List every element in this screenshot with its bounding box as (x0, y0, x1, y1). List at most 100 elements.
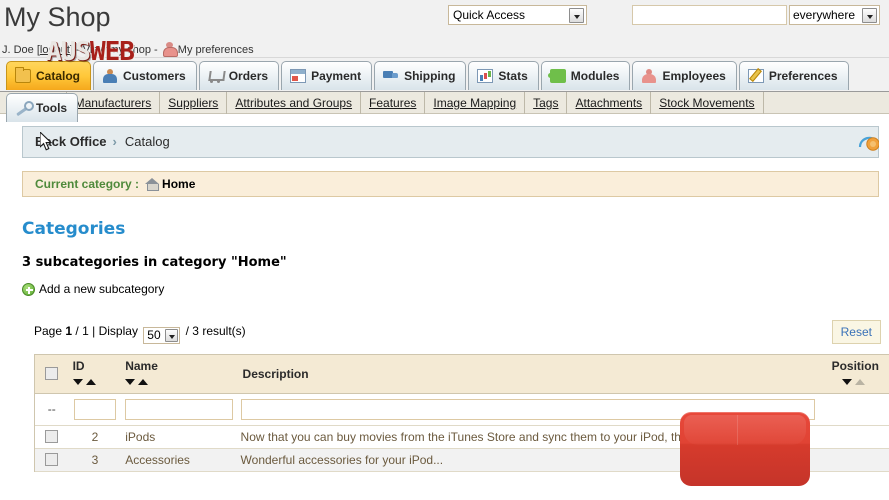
breadcrumb: Back Office › Catalog (22, 126, 879, 158)
th-id[interactable]: ID (68, 355, 122, 394)
plus-circle-icon (22, 283, 35, 296)
sort-controls-position[interactable] (823, 374, 888, 388)
row-position (818, 425, 889, 449)
sort-desc-icon[interactable] (72, 379, 83, 386)
th-select-all[interactable] (35, 355, 69, 394)
chevron-down-icon (569, 8, 584, 23)
tab-label: Payment (311, 69, 362, 83)
subcategory-count-text: 3 subcategories in category "Home" (22, 255, 287, 270)
tab-label: Preferences (768, 69, 838, 83)
pager-divider: | (92, 324, 96, 338)
subnav-item-stock-movements[interactable]: Stock Movements (651, 92, 764, 114)
row-checkbox[interactable] (45, 452, 59, 466)
customer-icon (102, 69, 118, 83)
chevron-right-icon: › (112, 134, 117, 149)
row-id: 3 (68, 448, 122, 472)
th-position[interactable]: Position (818, 355, 889, 394)
display-count-value: 50 (147, 328, 161, 342)
tab-shipping[interactable]: Shipping (374, 61, 467, 90)
bar-chart-icon (477, 69, 494, 83)
th-name[interactable]: Name (121, 355, 237, 394)
tab-orders[interactable]: Orders (198, 61, 280, 90)
tab-label: Shipping (404, 69, 456, 83)
breadcrumb-root[interactable]: Back Office (35, 134, 107, 149)
select-all-checkbox[interactable] (45, 366, 59, 380)
tab-label: Customers (123, 69, 186, 83)
row-select-cell[interactable] (35, 425, 69, 449)
tab-label: Catalog (36, 69, 81, 83)
search-input[interactable] (632, 5, 787, 25)
subnav-item-image-mapping[interactable]: Image Mapping (425, 92, 526, 114)
user-avatar-icon (162, 42, 178, 57)
pager-current-page: 1 (65, 324, 73, 338)
th-description-label: Description (242, 366, 309, 381)
add-subcategory-label: Add a new subcategory (39, 282, 165, 296)
display-count-select[interactable]: 50 (143, 327, 181, 344)
current-category-bar: Current category : Home (22, 171, 879, 197)
sort-controls-id[interactable] (72, 374, 118, 388)
subnav-item-features[interactable]: Features (361, 92, 426, 114)
watermark-text-dark: WEB (89, 37, 135, 67)
subnav-item-suppliers[interactable]: Suppliers (160, 92, 228, 114)
row-id: 2 (68, 425, 122, 449)
ausweb-watermark-text: AUSWEB (46, 37, 135, 67)
add-subcategory-row[interactable]: Add a new subcategory (22, 282, 879, 296)
watermark-gloss (684, 415, 806, 445)
tab-stats[interactable]: Stats (468, 61, 539, 90)
filter-position-cell (818, 393, 889, 426)
filter-name-input[interactable] (125, 398, 233, 420)
quick-access-select[interactable]: Quick Access (448, 5, 587, 25)
row-name[interactable]: Accessories (121, 448, 237, 472)
catalog-subnav: TrackingManufacturersSuppliersAttributes… (0, 92, 889, 114)
tab-label: Orders (228, 69, 269, 83)
subnav-item-attributes-and-groups[interactable]: Attributes and Groups (227, 92, 362, 114)
search-scope-select[interactable]: everywhere (789, 5, 880, 25)
help-bookmark-icon[interactable] (857, 131, 879, 153)
sort-asc-icon[interactable] (855, 379, 866, 386)
pager-total-pages: 1 (82, 324, 89, 338)
tab-tools[interactable]: Tools (6, 93, 79, 122)
row-checkbox[interactable] (45, 429, 59, 443)
watermark-text-light: AUS (46, 37, 91, 67)
th-description: Description (236, 355, 819, 394)
tab-label: Stats (498, 69, 528, 83)
subnav-item-tags[interactable]: Tags (525, 92, 568, 114)
wrench-icon (15, 101, 34, 115)
sort-desc-icon[interactable] (125, 379, 136, 386)
filter-dashes: -- (35, 393, 69, 426)
breadcrumb-current: Catalog (124, 134, 170, 149)
filter-id-input[interactable] (73, 398, 116, 420)
pager-display-word: Display (98, 324, 138, 338)
subnav-item-manufacturers[interactable]: Manufacturers (67, 92, 161, 114)
payment-icon (290, 69, 307, 83)
truck-icon (383, 69, 399, 83)
table-header-row: ID Name Description Position (35, 355, 889, 394)
tab-label: Employees (662, 69, 726, 83)
pencil-paper-icon (747, 69, 764, 83)
subnav-item-attachments[interactable]: Attachments (567, 92, 652, 114)
quick-access-value: Quick Access (453, 8, 526, 22)
tab-label: Tools (36, 101, 68, 115)
tab-preferences[interactable]: Preferences (738, 61, 849, 90)
tab-modules[interactable]: Modules (540, 61, 631, 90)
my-preferences-link[interactable]: My preferences (178, 44, 254, 56)
row-name[interactable]: iPods (121, 425, 237, 449)
tab-payment[interactable]: Payment (281, 61, 373, 90)
sort-asc-icon[interactable] (138, 379, 149, 386)
sort-controls-name[interactable] (125, 374, 232, 388)
reset-filter-button[interactable]: Reset (831, 320, 881, 344)
shop-title: My Shop (4, 2, 111, 32)
user-name-prefix: J. Doe [ (2, 44, 40, 56)
page-title: Categories (22, 219, 126, 239)
sort-desc-icon[interactable] (842, 379, 853, 386)
row-select-cell[interactable] (35, 448, 69, 472)
pager-results-text: / 3 result(s) (185, 324, 246, 338)
filter-name-cell (121, 393, 237, 426)
chevron-down-icon (862, 8, 877, 23)
th-name-label: Name (125, 359, 158, 374)
sort-asc-icon[interactable] (85, 379, 96, 386)
current-category-label: Current category : (35, 177, 140, 191)
tab-employees[interactable]: Employees (632, 61, 737, 90)
search-scope-value: everywhere (793, 8, 856, 22)
th-id-label: ID (72, 359, 85, 374)
